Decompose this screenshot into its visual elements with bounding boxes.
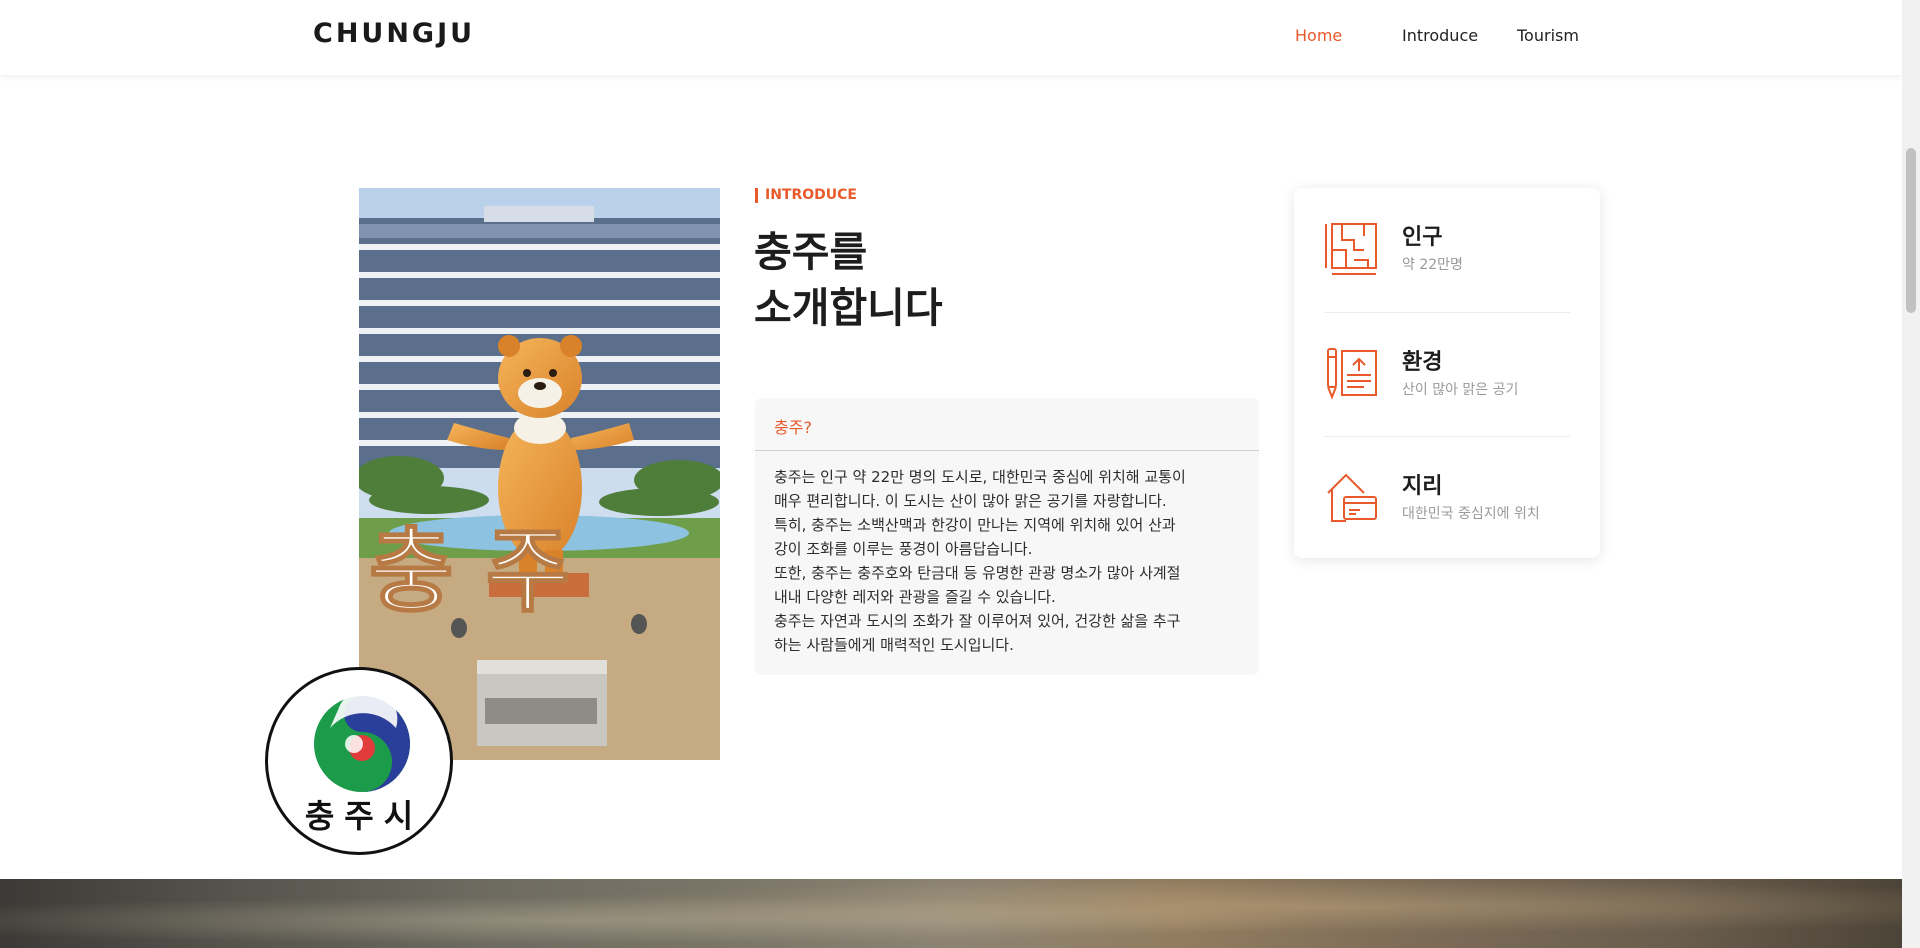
nav-introduce[interactable]: Introduce: [1402, 26, 1478, 45]
next-section-banner: [0, 879, 1902, 948]
stat-environment: 환경 산이 많아 맑은 공기: [1324, 312, 1570, 436]
brand-logo[interactable]: CHUNGJU: [313, 18, 475, 49]
intro-card-body: 충주는 인구 약 22만 명의 도시로, 대한민국 중심에 위치해 교통이 매우…: [774, 465, 1249, 657]
stat-subtitle: 산이 많아 맑은 공기: [1402, 382, 1519, 398]
stat-title: 지리: [1402, 474, 1443, 499]
nav-home[interactable]: Home: [1295, 26, 1342, 45]
page-scrollbar[interactable]: [1902, 0, 1920, 948]
document-pen-icon: [1327, 348, 1377, 400]
headline-line-2: 소개합니다: [754, 284, 943, 332]
blueprint-icon: [1325, 223, 1377, 275]
intro-card: 충주? 충주는 인구 약 22만 명의 도시로, 대한민국 중심에 위치해 교통…: [755, 398, 1259, 675]
city-hall-photo: 충 주: [359, 188, 720, 760]
headline-line-1: 충주를: [754, 228, 868, 276]
stat-title: 인구: [1402, 225, 1443, 250]
section-headline: 충주를 소개합니다: [754, 224, 943, 336]
stat-population: 인구 약 22만명: [1324, 188, 1570, 312]
intro-line: 매우 편리합니다. 이 도시는 산이 많아 맑은 공기를 자랑합니다.: [774, 492, 1167, 510]
stats-card: 인구 약 22만명 환경 산이 많아 맑은 공기 지리 대한민국 중심지에 위치: [1294, 188, 1600, 558]
stat-title: 환경: [1402, 350, 1443, 375]
scrollbar-thumb[interactable]: [1906, 148, 1916, 313]
house-card-icon: [1327, 473, 1377, 522]
section-eyebrow: INTRODUCE: [755, 188, 857, 203]
city-seal-logo: 충주시: [265, 667, 453, 855]
intro-card-header: 충주?: [755, 398, 1259, 451]
page: CHUNGJU Home Introduce Tourism 충 주 충주시 I…: [0, 0, 1902, 948]
stat-geography: 지리 대한민국 중심지에 위치: [1324, 436, 1570, 560]
intro-line: 충주는 자연과 도시의 조화가 잘 이루어져 있어, 건강한 삶을 추구: [774, 612, 1181, 630]
intro-line: 또한, 충주는 충주호와 탄금대 등 유명한 관광 명소가 많아 사계절: [774, 564, 1181, 582]
intro-line: 하는 사람들에게 매력적인 도시입니다.: [774, 636, 1014, 654]
sign-text: 충 주: [369, 518, 570, 625]
intro-line: 강이 조화를 이루는 풍경이 아름답습니다.: [774, 540, 1033, 558]
intro-line: 내내 다양한 레저와 관광을 즐길 수 있습니다.: [774, 588, 1056, 606]
seal-text: 충주시: [304, 797, 424, 835]
navbar: CHUNGJU Home Introduce Tourism: [0, 0, 1902, 75]
intro-card-title: 충주?: [774, 418, 812, 437]
stat-subtitle: 대한민국 중심지에 위치: [1402, 506, 1540, 522]
intro-line: 특히, 충주는 소백산맥과 한강이 만나는 지역에 위치해 있어 산과: [774, 516, 1176, 534]
intro-line: 충주는 인구 약 22만 명의 도시로, 대한민국 중심에 위치해 교통이: [774, 468, 1186, 486]
stat-subtitle: 약 22만명: [1402, 257, 1463, 273]
nav-tourism[interactable]: Tourism: [1517, 26, 1579, 45]
